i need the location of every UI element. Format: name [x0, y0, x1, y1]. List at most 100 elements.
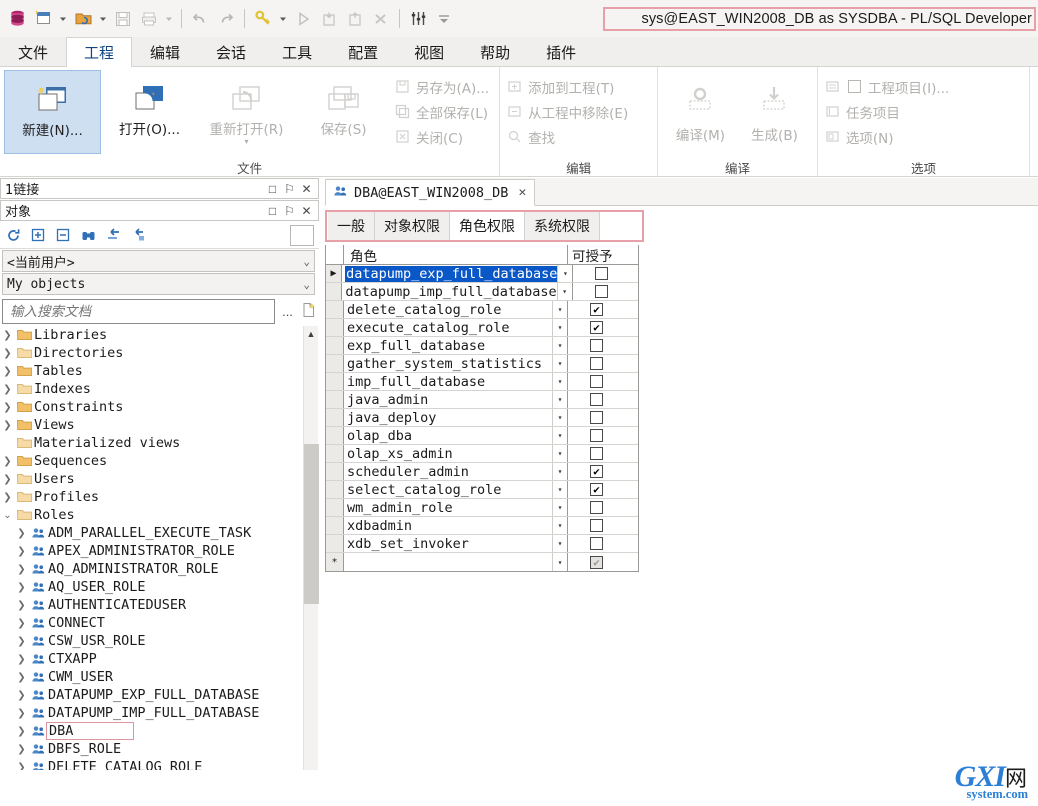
tree-item-materialized-views[interactable]: Materialized views — [0, 434, 319, 452]
tree-item-roles[interactable]: ⌄ Roles — [0, 506, 319, 524]
database-icon[interactable] — [4, 6, 30, 32]
chevron-down-icon[interactable]: ▾ — [552, 427, 567, 444]
chevron-right-icon[interactable]: ❯ — [14, 762, 29, 771]
chevron-down-icon[interactable]: ▾ — [552, 301, 567, 318]
compile-button[interactable]: 编译(M) — [663, 70, 737, 148]
chevron-down-icon[interactable]: ▾ — [552, 373, 567, 390]
row-grantable-cell[interactable] — [568, 427, 638, 444]
chevron-down-icon[interactable]: ▾ — [552, 553, 567, 571]
new-window-icon[interactable] — [30, 6, 56, 32]
ribbon-tab-file[interactable]: 文件 — [0, 37, 66, 66]
tree-role-datapump-exp-full-database[interactable]: ❯ DATAPUMP_EXP_FULL_DATABASE — [0, 686, 319, 704]
chevron-right-icon[interactable]: ❯ — [14, 654, 29, 665]
chevron-down-icon[interactable]: ▾ — [552, 337, 567, 354]
objects-toolbar-extra-button[interactable] — [290, 225, 314, 246]
tree-role-csw-usr-role[interactable]: ❯ CSW_USR_ROLE — [0, 632, 319, 650]
row-grantable-cell[interactable] — [573, 283, 638, 300]
grantable-checkbox[interactable] — [590, 411, 603, 424]
grantable-checkbox[interactable] — [590, 429, 603, 442]
row-role-cell[interactable]: xdbadmin ▾ — [344, 517, 568, 534]
row-role-cell[interactable]: java_deploy ▾ — [344, 409, 568, 426]
find-binoculars-icon[interactable] — [80, 227, 96, 243]
table-row[interactable]: datapump_imp_full_database ▾ — [326, 283, 638, 301]
tree-item-profiles[interactable]: ❯ Profiles — [0, 488, 319, 506]
chevron-down-icon[interactable]: ▾ — [552, 355, 567, 372]
chevron-down-icon[interactable]: ▾ — [552, 481, 567, 498]
row-grantable-cell[interactable]: ✔ — [568, 463, 638, 480]
maximize-icon[interactable]: □ — [264, 202, 281, 219]
object-filter-combo[interactable]: My objects ⌄ — [2, 273, 315, 295]
row-grantable-cell[interactable] — [568, 445, 638, 462]
tree-role-apex-administrator-role[interactable]: ❯ APEX_ADMINISTRATOR_ROLE — [0, 542, 319, 560]
tree-item-tables[interactable]: ❯ Tables — [0, 362, 319, 380]
new-filter-icon[interactable] — [300, 302, 317, 321]
expand-all-icon[interactable] — [30, 227, 46, 243]
table-row[interactable]: delete_catalog_role ▾ ✔ — [326, 301, 638, 319]
pin-icon[interactable]: ⚐ — [281, 180, 298, 197]
grantable-checkbox[interactable] — [590, 501, 603, 514]
chevron-right-icon[interactable]: ❯ — [0, 492, 15, 503]
grantable-checkbox[interactable] — [594, 285, 608, 298]
grantable-checkbox[interactable]: ✔ — [590, 555, 603, 569]
search-more-button[interactable]: ... — [279, 304, 296, 319]
row-role-cell[interactable]: wm_admin_role ▾ — [344, 499, 568, 516]
chevron-right-icon[interactable]: ❯ — [0, 366, 15, 377]
chevron-right-icon[interactable]: ❯ — [14, 600, 29, 611]
row-grantable-cell[interactable]: ✔ — [568, 481, 638, 498]
tree-role-connect[interactable]: ❯ CONNECT — [0, 614, 319, 632]
grantable-checkbox[interactable] — [590, 393, 603, 406]
chevron-down-icon[interactable]: ▾ — [552, 463, 567, 480]
settings-sliders-icon[interactable] — [405, 6, 431, 32]
row-role-cell[interactable]: java_admin ▾ — [344, 391, 568, 408]
reopen-project-button[interactable]: 重新打开(R) ▾ — [198, 70, 295, 154]
tree-role-delete-catalog-role[interactable]: ❯ DELETE_CATALOG_ROLE — [0, 758, 319, 770]
open-project-button[interactable]: 打开(O)... — [101, 70, 198, 154]
tree-role-dbfs-role[interactable]: ❯ DBFS_ROLE — [0, 740, 319, 758]
tree-role-dba[interactable]: ❯ DBA — [0, 722, 319, 740]
chevron-down-icon[interactable]: ▾ — [552, 391, 567, 408]
grid-column-grantable[interactable]: 可授予 — [568, 245, 638, 265]
remove-from-project-button[interactable]: 从工程中移除(E) — [504, 99, 634, 124]
row-grantable-cell[interactable]: ✔ — [568, 319, 638, 336]
tree-item-sequences[interactable]: ❯ Sequences — [0, 452, 319, 470]
tab-object-privileges[interactable]: 对象权限 — [375, 212, 450, 240]
table-row[interactable]: olap_xs_admin ▾ — [326, 445, 638, 463]
table-row[interactable]: olap_dba ▾ — [326, 427, 638, 445]
ribbon-tab-configure[interactable]: 配置 — [330, 37, 396, 66]
new-record-row[interactable]: * ▾ ✔ — [326, 553, 638, 571]
ribbon-tab-session[interactable]: 会话 — [198, 37, 264, 66]
grantable-checkbox[interactable] — [590, 357, 603, 370]
grid-column-role[interactable]: 角色 — [344, 245, 568, 265]
new-dropdown-caret-icon[interactable] — [56, 6, 70, 32]
row-grantable-cell[interactable] — [568, 409, 638, 426]
chevron-down-icon[interactable]: ▾ — [552, 445, 567, 462]
chevron-down-icon[interactable]: ⌄ — [0, 510, 15, 521]
tree-role-aq-administrator-role[interactable]: ❯ AQ_ADMINISTRATOR_ROLE — [0, 560, 319, 578]
row-role-cell[interactable]: gather_system_statistics ▾ — [344, 355, 568, 372]
chevron-right-icon[interactable]: ❯ — [14, 582, 29, 593]
pin-icon[interactable]: ⚐ — [281, 202, 298, 219]
ribbon-tab-help[interactable]: 帮助 — [462, 37, 528, 66]
grantable-checkbox[interactable]: ✔ — [590, 321, 603, 334]
key-icon[interactable] — [250, 6, 276, 32]
grantable-checkbox[interactable] — [590, 519, 603, 532]
row-grantable-cell[interactable] — [568, 373, 638, 390]
filter-lock-icon[interactable] — [130, 227, 146, 243]
row-grantable-cell[interactable] — [568, 517, 638, 534]
row-role-cell[interactable]: delete_catalog_role ▾ — [344, 301, 568, 318]
build-button[interactable]: 生成(B) — [737, 70, 811, 148]
table-row[interactable]: select_catalog_role ▾ ✔ — [326, 481, 638, 499]
new-row-grantable-cell[interactable]: ✔ — [568, 553, 638, 571]
chevron-right-icon[interactable]: ❯ — [14, 726, 29, 737]
add-to-project-button[interactable]: 添加到工程(T) — [504, 74, 634, 99]
chevron-right-icon[interactable]: ❯ — [0, 420, 15, 431]
tree-scrollbar[interactable]: ▲ — [303, 326, 319, 770]
tree-item-libraries[interactable]: ❯ Libraries — [0, 326, 319, 344]
chevron-right-icon[interactable]: ❯ — [14, 708, 29, 719]
row-role-cell[interactable]: execute_catalog_role ▾ — [344, 319, 568, 336]
row-role-cell[interactable]: olap_dba ▾ — [344, 427, 568, 444]
refresh-icon[interactable] — [5, 227, 21, 243]
row-grantable-cell[interactable] — [568, 337, 638, 354]
table-row[interactable]: xdbadmin ▾ — [326, 517, 638, 535]
chevron-right-icon[interactable]: ❯ — [14, 564, 29, 575]
